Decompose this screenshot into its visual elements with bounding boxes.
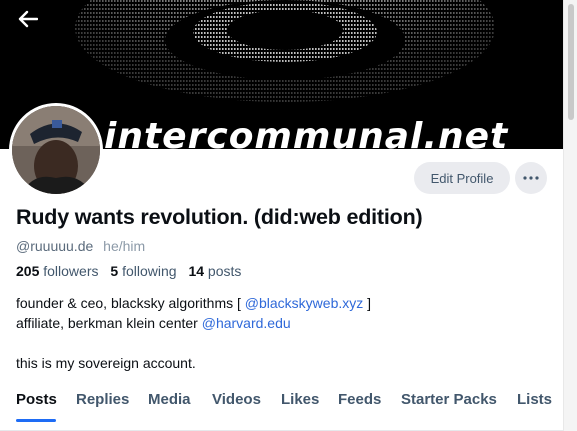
following-link[interactable]: 5 following bbox=[110, 263, 176, 279]
followers-count: 205 bbox=[16, 263, 40, 279]
following-label: following bbox=[122, 263, 177, 279]
tab-feeds[interactable]: Feeds bbox=[338, 391, 381, 408]
handle-row: @ruuuuu.de he/him bbox=[16, 238, 145, 254]
bio-mention-link[interactable]: @harvard.edu bbox=[202, 315, 291, 331]
scrollbar-thumb[interactable] bbox=[568, 4, 574, 120]
posts-stat: 14 posts bbox=[188, 263, 241, 279]
profile-tabs: Posts Replies Media Videos Likes Feeds S… bbox=[0, 385, 563, 431]
bio-line-3: this is my sovereign account. bbox=[16, 355, 196, 371]
tab-starter-packs[interactable]: Starter Packs bbox=[401, 391, 497, 408]
profile-page: intercommunal.net Edit Profile Rudy want… bbox=[0, 0, 577, 431]
tab-media[interactable]: Media bbox=[148, 391, 191, 408]
scrollbar[interactable] bbox=[563, 0, 577, 431]
banner-text: intercommunal.net bbox=[104, 116, 509, 149]
active-tab-indicator bbox=[16, 419, 56, 422]
tab-lists[interactable]: Lists bbox=[517, 391, 552, 408]
bio-blank-line bbox=[16, 333, 371, 353]
following-count: 5 bbox=[110, 263, 119, 279]
tab-posts[interactable]: Posts bbox=[16, 391, 57, 408]
tab-likes[interactable]: Likes bbox=[281, 391, 319, 408]
bio-text: ] bbox=[363, 295, 372, 311]
posts-label: posts bbox=[207, 263, 242, 279]
avatar-image bbox=[12, 106, 100, 194]
tab-replies[interactable]: Replies bbox=[76, 391, 129, 408]
profile-bio: founder & ceo, blacksky algorithms [ @bl… bbox=[16, 293, 371, 373]
bio-text: affiliate, berkman klein center bbox=[16, 315, 202, 331]
followers-link[interactable]: 205 followers bbox=[16, 263, 99, 279]
more-options-button[interactable] bbox=[515, 162, 547, 194]
back-button[interactable] bbox=[18, 10, 50, 42]
edit-profile-button[interactable]: Edit Profile bbox=[414, 162, 510, 194]
followers-label: followers bbox=[43, 263, 99, 279]
bio-line-1: founder & ceo, blacksky algorithms [ @bl… bbox=[16, 293, 371, 313]
handle: @ruuuuu.de bbox=[16, 238, 94, 254]
bio-mention-link[interactable]: @blackskyweb.xyz bbox=[245, 295, 363, 311]
bio-text: founder & ceo, blacksky algorithms [ bbox=[16, 295, 245, 311]
pronouns: he/him bbox=[103, 238, 146, 254]
arrow-left-icon bbox=[18, 10, 38, 28]
bio-line-2: affiliate, berkman klein center @harvard… bbox=[16, 313, 371, 333]
ellipsis-icon bbox=[523, 176, 539, 180]
tab-videos[interactable]: Videos bbox=[212, 391, 261, 408]
profile-stats: 205 followers 5 following 14 posts bbox=[16, 263, 241, 279]
avatar[interactable] bbox=[9, 103, 103, 197]
display-name: Rudy wants revolution. (did:web edition) bbox=[16, 205, 423, 229]
posts-count: 14 bbox=[188, 263, 205, 279]
